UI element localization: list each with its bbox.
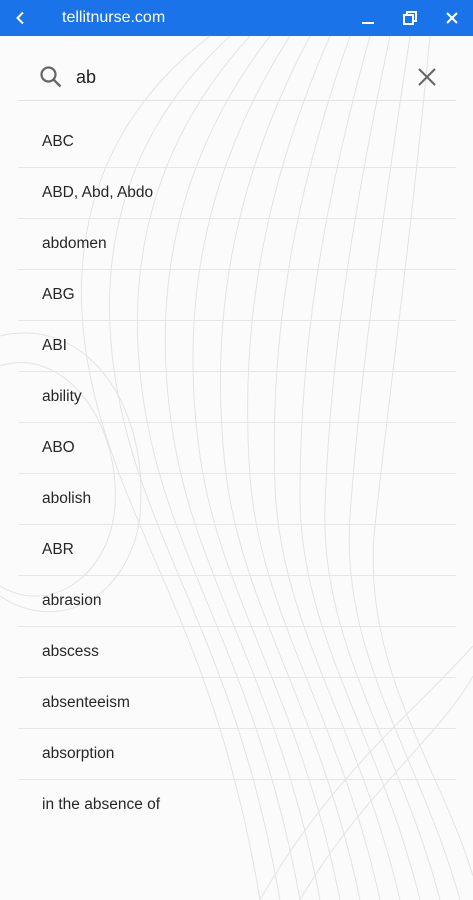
result-item[interactable]: ABG (18, 270, 456, 321)
clear-icon (418, 68, 436, 86)
result-item[interactable]: abrasion (18, 576, 456, 627)
app-window: tellitnurse.com ab ABC ABD, Abd, Abdo ab… (0, 0, 473, 900)
back-button[interactable] (0, 0, 42, 36)
clear-search-button[interactable] (412, 62, 442, 92)
result-item[interactable]: abscess (18, 627, 456, 678)
result-item[interactable]: ABO (18, 423, 456, 474)
result-item[interactable]: absenteeism (18, 678, 456, 729)
title-bar: tellitnurse.com (0, 0, 473, 36)
minimize-icon (362, 22, 374, 24)
restore-icon (403, 11, 417, 25)
result-item[interactable]: abolish (18, 474, 456, 525)
result-item[interactable]: in the absence of (18, 780, 456, 830)
search-icon (36, 62, 66, 92)
close-window-button[interactable] (431, 0, 473, 36)
result-item[interactable]: absorption (18, 729, 456, 780)
result-item[interactable]: ABD, Abd, Abdo (18, 168, 456, 219)
result-item[interactable]: ABI (18, 321, 456, 372)
restore-button[interactable] (389, 0, 431, 36)
results-list: ABC ABD, Abd, Abdo abdomen ABG ABI abili… (18, 117, 456, 830)
close-icon (446, 12, 458, 24)
result-item[interactable]: abdomen (18, 219, 456, 270)
result-item[interactable]: ability (18, 372, 456, 423)
minimize-button[interactable] (347, 0, 389, 36)
search-screen: ABC ABD, Abd, Abdo abdomen ABG ABI abili… (0, 36, 473, 900)
chevron-left-icon (16, 11, 24, 25)
window-title: tellitnurse.com (62, 9, 166, 26)
result-item[interactable]: ABR (18, 525, 456, 576)
search-input[interactable] (76, 62, 376, 92)
result-item[interactable]: ABC (18, 117, 456, 168)
search-bar (18, 54, 456, 101)
